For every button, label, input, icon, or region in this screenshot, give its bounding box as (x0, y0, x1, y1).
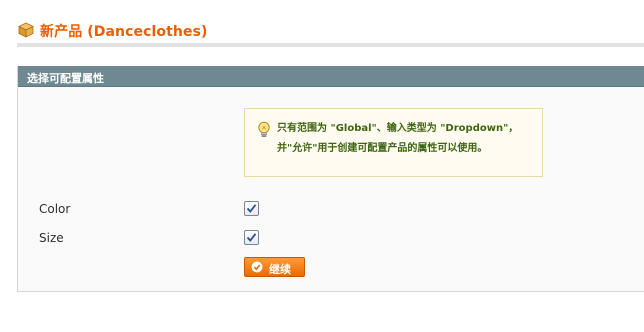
header-divider (17, 43, 644, 47)
panel-header: 选择可配置属性 (18, 66, 644, 87)
lightbulb-icon (258, 121, 270, 137)
checkmark-icon (246, 233, 257, 242)
page-title: 新产品 (Danceclothes) (40, 24, 208, 40)
attribute-checkbox-size[interactable] (244, 230, 259, 245)
attribute-checkbox-color[interactable] (244, 201, 259, 216)
panel-title: 选择可配置属性 (27, 72, 104, 85)
attribute-label-size: Size (39, 231, 64, 245)
continue-button-label: 继续 (269, 263, 291, 276)
arrow-right-circle-icon (251, 261, 263, 273)
product-box-icon (18, 22, 34, 38)
checkmark-icon (246, 204, 257, 213)
notice-box: 只有范围为 "Global"、输入类型为 "Dropdown"，并"允许"用于创… (244, 108, 543, 177)
continue-button[interactable]: 继续 (244, 257, 305, 277)
configurable-attributes-panel: 选择可配置属性 只有范围为 "Global"、输入类型为 "Dropdown"，… (17, 66, 644, 292)
notice-text: 只有范围为 "Global"、输入类型为 "Dropdown"，并"允许"用于创… (277, 123, 519, 154)
page-header: 新产品 (Danceclothes) (0, 0, 644, 48)
attribute-label-color: Color (39, 202, 71, 216)
